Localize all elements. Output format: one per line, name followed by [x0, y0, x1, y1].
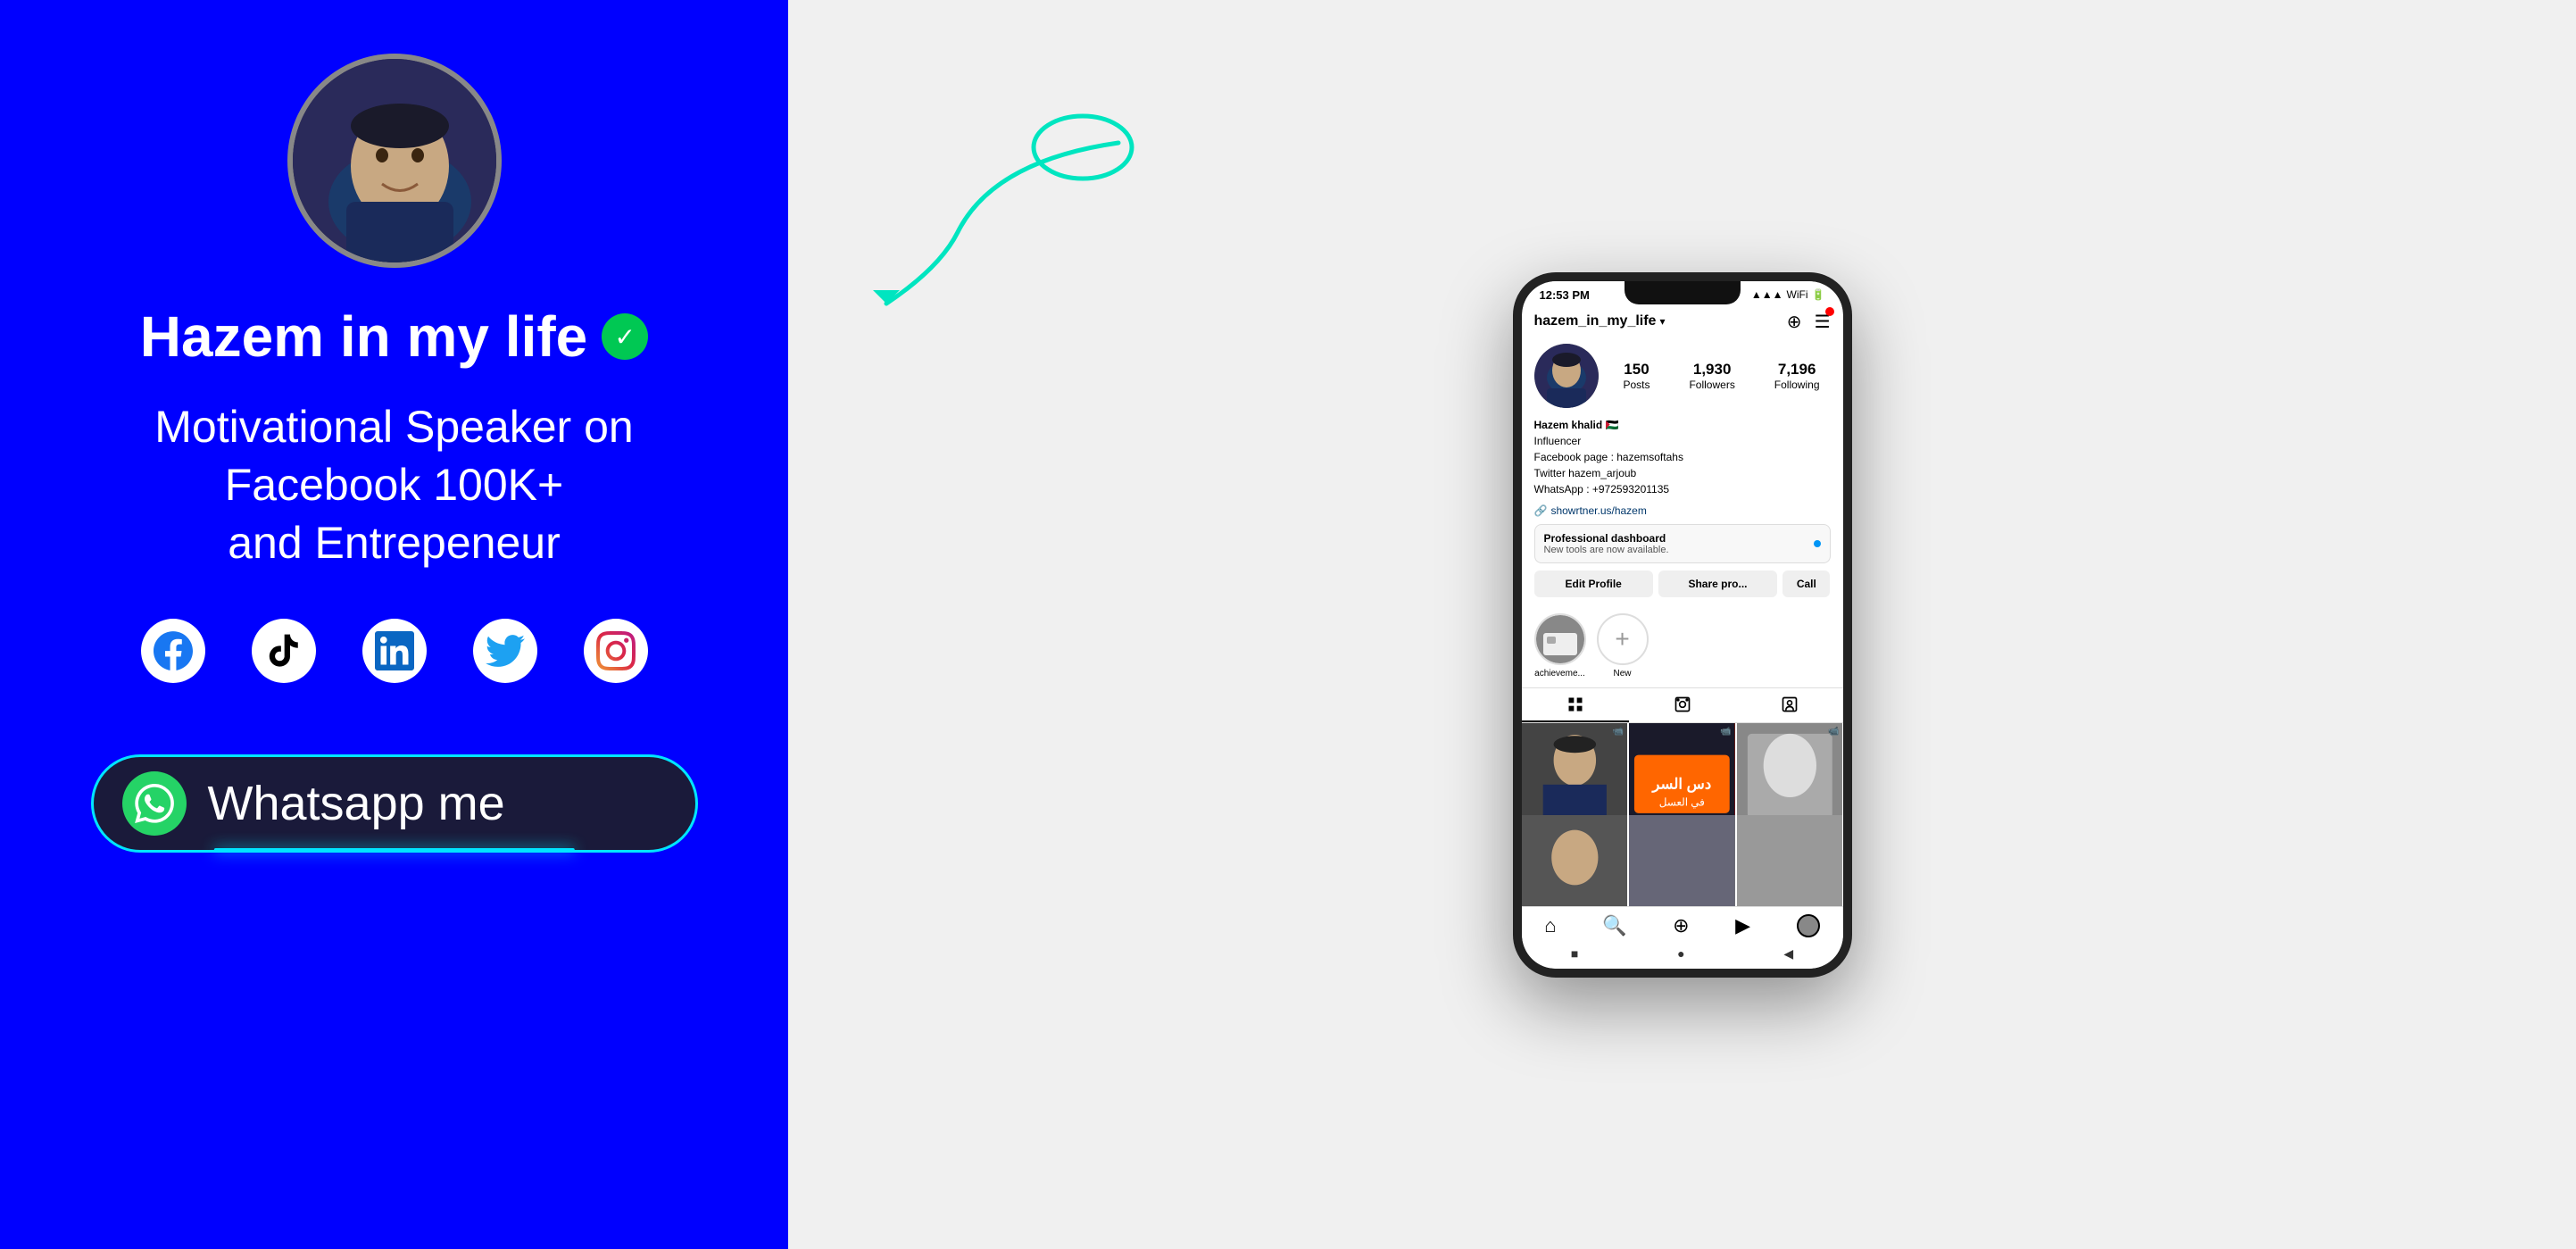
status-time: 12:53 PM	[1540, 288, 1590, 302]
android-square-btn[interactable]: ■	[1571, 946, 1578, 961]
ig-story-circle-highlight	[1534, 613, 1586, 665]
ig-following-number: 7,196	[1774, 361, 1820, 379]
ig-story-circle-new: +	[1597, 613, 1649, 665]
ig-menu-icon[interactable]: ☰	[1815, 311, 1831, 333]
grid-video-icon-3: 📹	[1828, 727, 1839, 737]
ig-grid-item-4[interactable]	[1522, 815, 1628, 906]
android-circle-btn[interactable]: ●	[1677, 946, 1684, 961]
ig-nav-search[interactable]: 🔍	[1602, 914, 1626, 937]
ig-bio-title: Influencer	[1534, 435, 1582, 447]
ig-tab-tagged[interactable]	[1736, 688, 1843, 722]
ig-dashboard-dot	[1814, 540, 1821, 547]
notification-dot	[1825, 307, 1834, 316]
ig-action-buttons: Edit Profile Share pro... Call	[1534, 570, 1831, 597]
whatsapp-icon	[122, 771, 187, 836]
ig-bio: Hazem khalid 🇵🇸 Influencer Facebook page…	[1534, 417, 1831, 497]
ig-profile-section: 150 Posts 1,930 Followers 7,196 Followin…	[1522, 337, 1843, 613]
ig-story-label-highlight: achieveme...	[1534, 669, 1585, 679]
phone-mockup: 12:53 PM ▲▲▲ WiFi 🔋 hazem_in_my_life ▾ ⊕…	[1513, 272, 1852, 978]
ig-bio-link[interactable]: 🔗 showrtner.us/hazem	[1534, 504, 1831, 517]
avatar-image	[293, 59, 496, 262]
ig-tab-grid[interactable]	[1522, 688, 1629, 722]
ig-dashboard-title: Professional dashboard	[1544, 532, 1669, 545]
ig-bio-whatsapp: WhatsApp : +972593201135	[1534, 483, 1670, 495]
linkedin-icon[interactable]	[362, 619, 427, 683]
ig-username-row[interactable]: hazem_in_my_life ▾	[1534, 313, 1666, 329]
ig-followers-stat[interactable]: 1,930 Followers	[1689, 361, 1734, 391]
twitter-icon[interactable]	[473, 619, 537, 683]
ig-link-text: showrtner.us/hazem	[1550, 504, 1646, 517]
ig-nav-home[interactable]: ⌂	[1544, 914, 1556, 937]
ig-grid-item-1[interactable]: 📹	[1522, 723, 1628, 829]
wifi-icon: WiFi	[1787, 288, 1808, 301]
android-triangle-btn[interactable]: ◀	[1783, 946, 1793, 962]
profile-name: Hazem in my life	[140, 304, 588, 370]
battery-icon: 🔋	[1812, 288, 1825, 301]
ig-nav-reels[interactable]: ▶	[1735, 914, 1750, 937]
signal-icon: ▲▲▲	[1751, 288, 1783, 301]
ig-content-tabs	[1522, 687, 1843, 723]
ig-followers-label: Followers	[1689, 379, 1734, 391]
ig-add-icon[interactable]: ⊕	[1787, 311, 1802, 333]
ig-story-new[interactable]: + New	[1597, 613, 1649, 679]
ig-professional-dashboard[interactable]: Professional dashboard New tools are now…	[1534, 524, 1831, 563]
ig-posts-label: Posts	[1623, 379, 1649, 391]
svg-text:دس السر: دس السر	[1651, 775, 1712, 793]
ig-story-highlight[interactable]: achieveme...	[1534, 613, 1586, 679]
ig-dashboard-sub: New tools are now available.	[1544, 545, 1669, 555]
ig-bio-twitter: Twitter hazem_arjoub	[1534, 467, 1637, 479]
ig-following-label: Following	[1774, 379, 1820, 391]
call-button[interactable]: Call	[1782, 570, 1830, 597]
ig-photo-grid: 📹 دس السر في العسل 📹	[1522, 723, 1843, 906]
ig-grid-item-3[interactable]: 📹	[1737, 723, 1843, 829]
facebook-icon[interactable]	[141, 619, 205, 683]
left-panel: Hazem in my life ✓ Motivational Speaker …	[0, 0, 788, 1249]
ig-header: hazem_in_my_life ▾ ⊕ ☰	[1522, 305, 1843, 337]
ig-nav-add[interactable]: ⊕	[1673, 914, 1689, 937]
teal-arrow-annotation	[815, 89, 1172, 339]
ig-profile-top: 150 Posts 1,930 Followers 7,196 Followin…	[1534, 344, 1831, 408]
ig-bio-name: Hazem khalid 🇵🇸	[1534, 419, 1619, 431]
ig-stats: 150 Posts 1,930 Followers 7,196 Followin…	[1613, 361, 1831, 391]
social-icons-row	[141, 619, 648, 683]
verified-badge: ✓	[602, 313, 648, 360]
whatsapp-label: Whatsapp me	[208, 776, 505, 831]
link-icon: 🔗	[1534, 504, 1548, 517]
ig-story-label-new: New	[1613, 669, 1631, 679]
ig-chevron-icon: ▾	[1659, 315, 1665, 328]
android-nav: ■ ● ◀	[1522, 941, 1843, 969]
ig-username: hazem_in_my_life	[1534, 313, 1657, 329]
ig-grid-item-5[interactable]	[1629, 815, 1735, 906]
instagram-icon[interactable]	[584, 619, 648, 683]
tiktok-icon[interactable]	[252, 619, 316, 683]
share-profile-button[interactable]: Share pro...	[1658, 570, 1777, 597]
name-section: Hazem in my life ✓	[140, 304, 649, 370]
ig-following-stat[interactable]: 7,196 Following	[1774, 361, 1820, 391]
grid-video-icon-2: 📹	[1720, 727, 1731, 737]
grid-video-icon-1: 📹	[1613, 727, 1624, 737]
ig-avatar	[1534, 344, 1599, 408]
ig-nav-avatar[interactable]	[1797, 914, 1820, 937]
phone-screen: 12:53 PM ▲▲▲ WiFi 🔋 hazem_in_my_life ▾ ⊕…	[1522, 281, 1843, 969]
ig-bottom-nav: ⌂ 🔍 ⊕ ▶	[1522, 906, 1843, 941]
ig-tab-reels[interactable]	[1629, 688, 1736, 722]
whatsapp-button[interactable]: Whatsapp me	[91, 754, 698, 853]
ig-posts-stat: 150 Posts	[1623, 361, 1649, 391]
ig-grid-item-6[interactable]	[1737, 815, 1843, 906]
ig-posts-number: 150	[1623, 361, 1649, 379]
right-panel: 12:53 PM ▲▲▲ WiFi 🔋 hazem_in_my_life ▾ ⊕…	[788, 0, 2576, 1249]
edit-profile-button[interactable]: Edit Profile	[1534, 570, 1653, 597]
status-icons: ▲▲▲ WiFi 🔋	[1751, 288, 1825, 301]
profile-avatar	[287, 54, 502, 268]
phone-notch	[1625, 281, 1741, 304]
ig-stories-row: achieveme... + New	[1522, 613, 1843, 687]
svg-text:في العسل: في العسل	[1659, 795, 1705, 808]
ig-grid-item-2[interactable]: دس السر في العسل 📹	[1629, 723, 1735, 829]
ig-header-icons: ⊕ ☰	[1787, 311, 1831, 333]
tagline: Motivational Speaker on Facebook 100K+an…	[0, 398, 788, 572]
ig-bio-facebook: Facebook page : hazemsoftahs	[1534, 451, 1683, 463]
ig-followers-number: 1,930	[1689, 361, 1734, 379]
